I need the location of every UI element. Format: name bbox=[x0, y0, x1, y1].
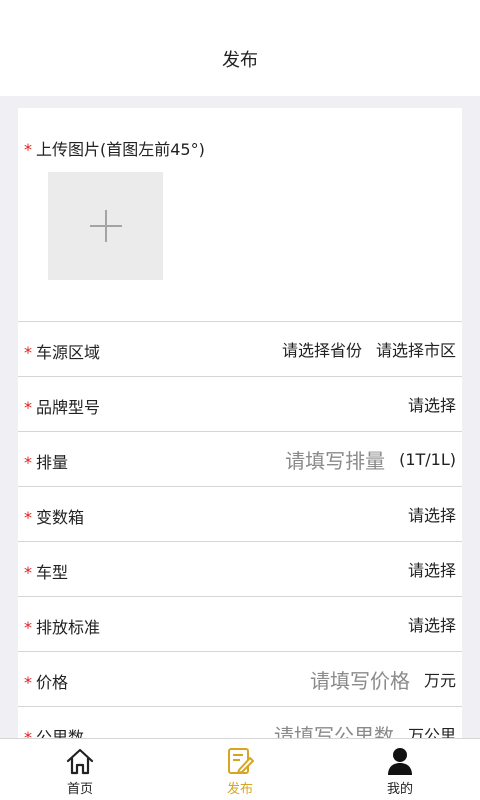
gearbox-select[interactable]: 请选择 bbox=[408, 502, 456, 526]
mileage-input[interactable]: 请填写公里数 bbox=[274, 720, 394, 739]
edit-icon bbox=[228, 748, 254, 774]
row-label-text: 价格 bbox=[36, 673, 69, 692]
row-value-area: 请填写公里数 万公里 bbox=[274, 707, 456, 739]
upload-label-text: 上传图片(首图左前45°) bbox=[36, 140, 205, 159]
row-value-area: 请选择 bbox=[408, 377, 456, 431]
required-mark: * bbox=[24, 618, 32, 637]
required-mark: * bbox=[24, 508, 32, 527]
plus-icon-vertical bbox=[105, 210, 107, 242]
tab-label: 发布 bbox=[226, 782, 253, 797]
row-label: * 价格 bbox=[24, 669, 68, 693]
brand-model-select[interactable]: 请选择 bbox=[408, 392, 456, 416]
page-title: 发布 bbox=[222, 50, 258, 71]
row-value-area: 请填写价格 万元 bbox=[310, 652, 456, 706]
required-mark: * bbox=[24, 563, 32, 582]
price-input[interactable]: 请填写价格 bbox=[310, 665, 410, 694]
province-select[interactable]: 请选择省份 bbox=[282, 337, 362, 361]
form-row-emission-standard[interactable]: * 排放标准 请选择 bbox=[18, 596, 462, 651]
row-value-area: 请选择 bbox=[408, 597, 456, 651]
row-value-area: 请选择 bbox=[408, 542, 456, 596]
row-label: * 品牌型号 bbox=[24, 394, 100, 418]
form-row-brand-model[interactable]: * 品牌型号 请选择 bbox=[18, 376, 462, 431]
home-icon bbox=[66, 748, 94, 775]
row-value-area: 请选择省份 请选择市区 bbox=[282, 322, 456, 376]
displacement-input[interactable]: 请填写排量 bbox=[285, 445, 385, 474]
bottom-tab-bar: 首页 发布 我的 bbox=[0, 738, 480, 800]
row-label-text: 排放标准 bbox=[36, 618, 101, 637]
tab-home[interactable]: 首页 bbox=[40, 739, 120, 800]
form-row-price: * 价格 请填写价格 万元 bbox=[18, 651, 462, 706]
required-mark: * bbox=[24, 140, 32, 159]
row-label: * 公里数 bbox=[24, 724, 84, 738]
add-photo-button[interactable] bbox=[48, 172, 163, 280]
row-label-text: 品牌型号 bbox=[36, 398, 101, 417]
tab-label: 首页 bbox=[66, 782, 93, 797]
city-select[interactable]: 请选择市区 bbox=[376, 337, 456, 361]
row-label: * 车型 bbox=[24, 559, 68, 583]
required-mark: * bbox=[24, 673, 32, 692]
row-label-text: 车型 bbox=[36, 563, 69, 582]
row-value-area: 请填写排量 (1T/1L) bbox=[285, 432, 456, 486]
row-value-area: 请选择 bbox=[408, 487, 456, 541]
upload-section: * 上传图片(首图左前45°) bbox=[18, 108, 462, 321]
form-row-region: * 车源区域 请选择省份 请选择市区 bbox=[18, 321, 462, 376]
required-mark: * bbox=[24, 453, 32, 472]
app-header: 发布 bbox=[0, 0, 480, 96]
tab-label: 我的 bbox=[386, 782, 413, 797]
row-label: * 排放标准 bbox=[24, 614, 100, 638]
required-mark: * bbox=[24, 728, 32, 738]
vehicle-type-select[interactable]: 请选择 bbox=[408, 557, 456, 581]
row-label-text: 公里数 bbox=[36, 728, 85, 738]
form-row-displacement: * 排量 请填写排量 (1T/1L) bbox=[18, 431, 462, 486]
row-label: * 排量 bbox=[24, 449, 68, 473]
tab-publish[interactable]: 发布 bbox=[200, 739, 280, 800]
row-label: * 车源区域 bbox=[24, 339, 100, 363]
form-rows: * 车源区域 请选择省份 请选择市区 * 品牌型号 请选择 * 排量 请填写排量 (1… bbox=[18, 321, 462, 738]
form-row-vehicle-type[interactable]: * 车型 请选择 bbox=[18, 541, 462, 596]
tab-mine[interactable]: 我的 bbox=[360, 739, 440, 800]
form-scroll-area[interactable]: * 上传图片(首图左前45°) * 车源区域 请选择省份 请选择市区 * 品牌型号 请… bbox=[0, 96, 480, 738]
row-label-text: 车源区域 bbox=[36, 343, 101, 362]
mileage-unit: 万公里 bbox=[407, 726, 456, 738]
row-label: * 变数箱 bbox=[24, 504, 84, 528]
displacement-unit: (1T/1L) bbox=[399, 449, 456, 469]
emission-standard-select[interactable]: 请选择 bbox=[408, 612, 456, 636]
upload-label: * 上传图片(首图左前45°) bbox=[24, 136, 205, 160]
row-label-text: 排量 bbox=[36, 453, 69, 472]
user-icon bbox=[388, 748, 412, 775]
form-row-gearbox[interactable]: * 变数箱 请选择 bbox=[18, 486, 462, 541]
form-row-mileage: * 公里数 请填写公里数 万公里 bbox=[18, 706, 462, 738]
required-mark: * bbox=[24, 398, 32, 417]
row-label-text: 变数箱 bbox=[36, 508, 85, 527]
price-unit: 万元 bbox=[423, 671, 456, 690]
required-mark: * bbox=[24, 343, 32, 362]
